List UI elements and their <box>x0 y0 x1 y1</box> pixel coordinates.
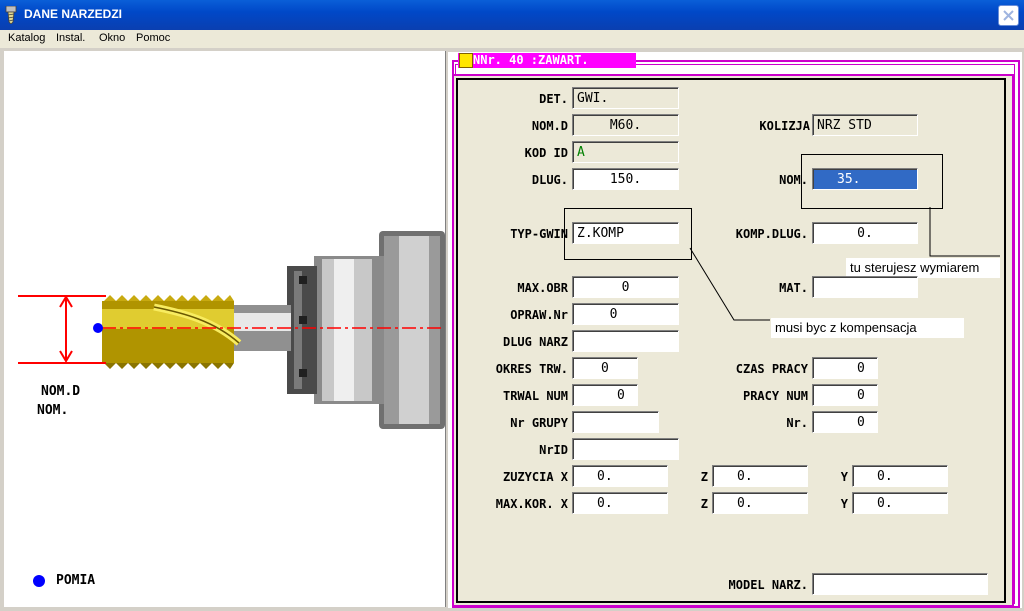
max-kor-x-field[interactable]: 0. <box>572 492 668 514</box>
opraw-nr-field[interactable]: 0 <box>572 303 679 325</box>
model-narz-field[interactable] <box>812 573 988 595</box>
zuzycia-z-field[interactable]: 0. <box>712 465 808 487</box>
pracy-num-label: PRACY NUM <box>742 389 808 403</box>
max-kor-y-field[interactable]: 0. <box>852 492 948 514</box>
czas-pracy-field[interactable]: 0 <box>812 357 878 379</box>
trwal-num-label: TRWAL NUM <box>502 389 568 403</box>
nr-grupy-label: Nr GRUPY <box>510 416 568 430</box>
zuzycia-y-label: Y <box>840 470 848 484</box>
mat-field[interactable] <box>812 276 918 298</box>
mat-label: MAT. <box>779 281 808 295</box>
zuzycia-label: ZUZYCIA X <box>502 470 568 484</box>
zuzycia-y-field[interactable]: 0. <box>852 465 948 487</box>
max-obr-label: MAX.OBR <box>517 281 568 295</box>
nrid-label: NrID <box>539 443 568 457</box>
max-kor-y-label: Y <box>840 497 848 511</box>
opraw-nr-label: OPRAW.Nr <box>510 308 568 322</box>
dlug-narz-label: DLUG NARZ <box>502 335 568 349</box>
dlug-narz-field[interactable] <box>572 330 679 352</box>
nr-field[interactable]: 0 <box>812 411 878 433</box>
nrid-field[interactable] <box>572 438 679 460</box>
okres-trw-label: OKRES TRW. <box>495 362 568 376</box>
typ-gwin-callout: musi byc z kompensacja <box>771 318 964 338</box>
okres-trw-field[interactable]: 0 <box>572 357 638 379</box>
model-narz-label: MODEL NARZ. <box>728 578 808 592</box>
nr-grupy-field[interactable] <box>572 411 659 433</box>
callout-lines <box>689 207 1000 321</box>
max-kor-z-label: Z <box>700 497 708 511</box>
max-kor-label: MAX.KOR. X <box>495 497 568 511</box>
zuzycia-z-label: Z <box>700 470 708 484</box>
pracy-num-field[interactable]: 0 <box>812 384 878 406</box>
max-obr-field[interactable]: 0 <box>572 276 679 298</box>
zuzycia-x-field[interactable]: 0. <box>572 465 668 487</box>
nr-label: Nr. <box>786 416 808 430</box>
czas-pracy-label: CZAS PRACY <box>735 362 808 376</box>
trwal-num-field[interactable]: 0 <box>572 384 638 406</box>
nom-callout: tu sterujesz wymiarem <box>846 258 1000 278</box>
max-kor-z-field[interactable]: 0. <box>712 492 808 514</box>
